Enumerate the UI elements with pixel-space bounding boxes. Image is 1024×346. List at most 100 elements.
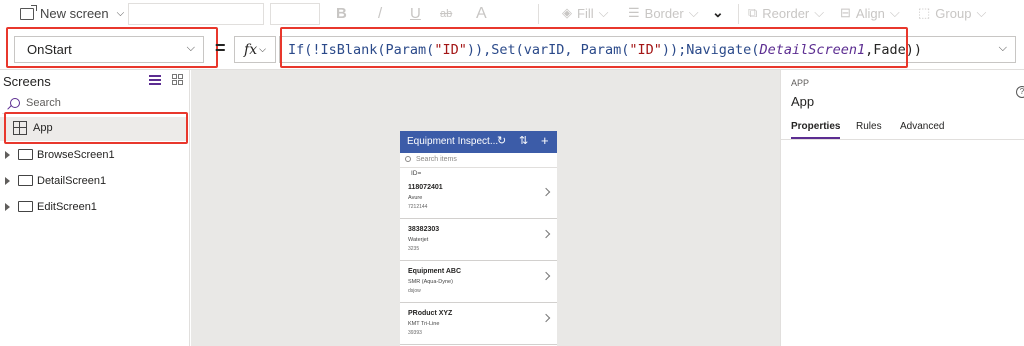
sort-icon[interactable]: ⇅ [519,134,528,147]
expand-caret-icon[interactable] [5,151,10,159]
search-icon [405,156,411,162]
item-body: 39393 [408,330,422,336]
selected-type-label: APP [791,78,810,88]
screen-title: Equipment Inspect... [407,136,499,147]
bold-button[interactable]: B [336,5,347,22]
tree-item-label: DetailScreen1 [37,175,107,187]
tree-item-detailscreen1[interactable]: DetailScreen1 [0,170,188,194]
item-subtitle: SMR (Aqua-Dyne) [408,279,453,285]
strikethrough-button[interactable]: ab [440,8,452,20]
border-label: Border [644,5,684,21]
reorder-label: Reorder [762,5,810,21]
screen-icon [18,201,33,212]
fill-icon: ◈ [562,5,572,20]
search-placeholder: Search items [416,156,457,163]
refresh-icon[interactable]: ↻ [497,134,506,147]
equals-sign: = [215,38,226,58]
chevron-down-icon: ⌵ [976,5,987,20]
toolbar-divider [538,4,539,24]
chevron-down-icon: ⌵ [116,8,125,19]
search-icon [10,98,20,108]
ribbon-toolbar: New screen ⌵ B / U ab A ◈ Fill ⌵ ☰ Borde… [0,0,1024,30]
highlight-box-formula [280,27,908,68]
highlight-box-property [6,27,218,68]
gallery-item[interactable]: Equipment ABC SMR (Aqua-Dyne) dsjow [400,262,557,303]
fill-label: Fill [577,5,594,21]
border-button[interactable]: ☰ Border ⌵ [628,5,699,21]
tree-search-input[interactable]: Search [2,94,188,114]
chevron-down-icon[interactable]: ⌵ [999,42,1007,55]
gallery-item[interactable]: PRoduct XYZ KMT Tri-Line 39393 [400,304,557,345]
chevron-right-icon[interactable] [541,187,551,197]
tab-properties[interactable]: Properties [791,121,841,139]
item-subtitle: KMT Tri-Line [408,321,440,327]
fx-icon: fx [244,41,258,58]
font-size-select[interactable] [270,3,320,25]
expand-caret-icon[interactable] [5,177,10,185]
chevron-right-icon[interactable] [541,271,551,281]
formula-bar: OnStart ⌵ = fx ⌵ If(!IsBlank(Param("ID")… [0,27,1024,70]
reorder-icon: ⧉ [748,5,758,20]
border-icon: ☰ [628,5,640,20]
thumbnail-view-icon[interactable] [172,74,183,85]
tree-view-panel: Screens Search App BrowseScreen1 DetailS… [0,70,190,346]
align-icon: ⊟ [840,5,851,20]
panel-title: Screens [3,74,51,89]
highlight-box-app [4,112,188,144]
search-placeholder: Search [26,97,61,109]
reorder-button[interactable]: ⧉ Reorder ⌵ [748,5,824,21]
gallery-search-input[interactable]: Search items [400,153,557,168]
screen-icon [18,149,33,160]
item-body: dsjow [408,288,421,294]
properties-tabs: Properties Rules Advanced [781,118,1024,140]
fill-button[interactable]: ◈ Fill ⌵ [562,5,608,21]
item-subtitle: Avure [408,195,423,201]
item-subtitle: Waterjet [408,237,429,243]
add-icon[interactable]: + [541,133,549,148]
powerapps-studio: New screen ⌵ B / U ab A ◈ Fill ⌵ ☰ Borde… [0,0,1024,346]
tab-rules[interactable]: Rules [856,121,882,132]
chevron-down-icon: ⌵ [598,5,609,20]
selected-name: App [791,94,815,109]
align-button[interactable]: ⊟ Align ⌵ [840,5,900,21]
list-view-icon[interactable] [149,75,161,85]
font-family-select[interactable] [128,3,264,25]
group-icon: ⬚ [918,5,931,20]
tree-item-browsescreen1[interactable]: BrowseScreen1 [0,144,188,168]
gallery-item[interactable]: 118072401 Avure 7212144 [400,178,557,219]
chevron-down-icon[interactable]: ⌄ [712,4,724,21]
item-body: 7212144 [408,204,428,210]
screen-header: Equipment Inspect... ↻ ⇅ + [400,131,557,153]
chevron-right-icon[interactable] [541,313,551,323]
group-label: Group [935,5,972,21]
chevron-down-icon: ⌵ [259,44,266,54]
tree-item-label: BrowseScreen1 [37,149,115,161]
expand-caret-icon[interactable] [5,203,10,211]
fx-button[interactable]: fx ⌵ [234,36,276,63]
underline-button[interactable]: U [410,5,421,22]
tab-advanced[interactable]: Advanced [900,121,944,132]
item-title: Equipment ABC [408,268,462,275]
chevron-down-icon: ⌵ [688,5,699,20]
design-canvas[interactable]: Equipment Inspect... ↻ ⇅ + Search items … [191,70,780,346]
group-button[interactable]: ⬚ Group ⌵ [918,5,986,21]
chevron-down-icon: ⌵ [889,5,900,20]
font-color-button[interactable]: A [476,5,487,23]
screen-preview[interactable]: Equipment Inspect... ↻ ⇅ + Search items … [400,131,557,346]
chevron-right-icon[interactable] [541,229,551,239]
italic-button[interactable]: / [378,5,382,22]
help-icon[interactable]: ? [1016,86,1024,98]
new-screen-icon [20,4,37,20]
toolbar-divider [738,4,739,24]
tree-item-editscreen1[interactable]: EditScreen1 [0,196,188,220]
item-body: 3235 [408,246,420,252]
properties-panel: APP App ? Properties Rules Advanced [780,70,1024,346]
align-label: Align [855,5,885,21]
new-screen-button[interactable]: New screen ⌵ [20,4,125,21]
new-screen-label: New screen [40,6,109,21]
item-title: 38382303 [408,226,440,233]
gallery-item[interactable]: 38382303 Waterjet 3235 [400,220,557,261]
item-title: 118072401 [408,184,443,191]
chevron-down-icon: ⌵ [814,5,825,20]
item-title: PRoduct XYZ [408,310,453,317]
